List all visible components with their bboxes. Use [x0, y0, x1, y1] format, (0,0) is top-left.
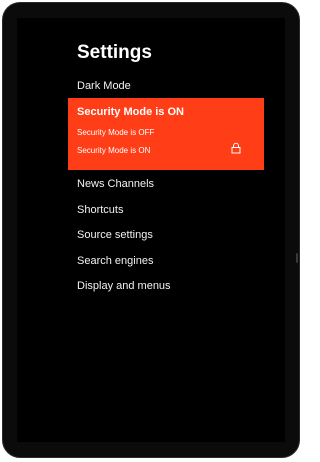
tablet-device: Settings Dark Mode Security Mode is ON S…	[2, 2, 300, 458]
menu-item-source-settings[interactable]: Source settings	[77, 229, 153, 241]
menu-item-news-channels[interactable]: News Channels	[77, 178, 154, 190]
security-mode-selected[interactable]: Security Mode is ON	[77, 106, 184, 118]
menu-item-search-engines[interactable]: Search engines	[77, 255, 153, 267]
option-security-on[interactable]: Security Mode is ON	[77, 146, 150, 155]
lock-icon	[231, 142, 241, 154]
page-title: Settings	[77, 42, 152, 63]
side-button	[296, 253, 298, 263]
menu-item-display-and-menus[interactable]: Display and menus	[77, 280, 171, 292]
option-security-off[interactable]: Security Mode is OFF	[77, 128, 154, 137]
menu-item-shortcuts[interactable]: Shortcuts	[77, 204, 123, 216]
menu-item-dark-mode[interactable]: Dark Mode	[77, 80, 131, 92]
settings-screen: Settings Dark Mode Security Mode is ON S…	[17, 18, 285, 442]
security-mode-dropdown[interactable]: Security Mode is ON Security Mode is OFF…	[68, 98, 264, 170]
